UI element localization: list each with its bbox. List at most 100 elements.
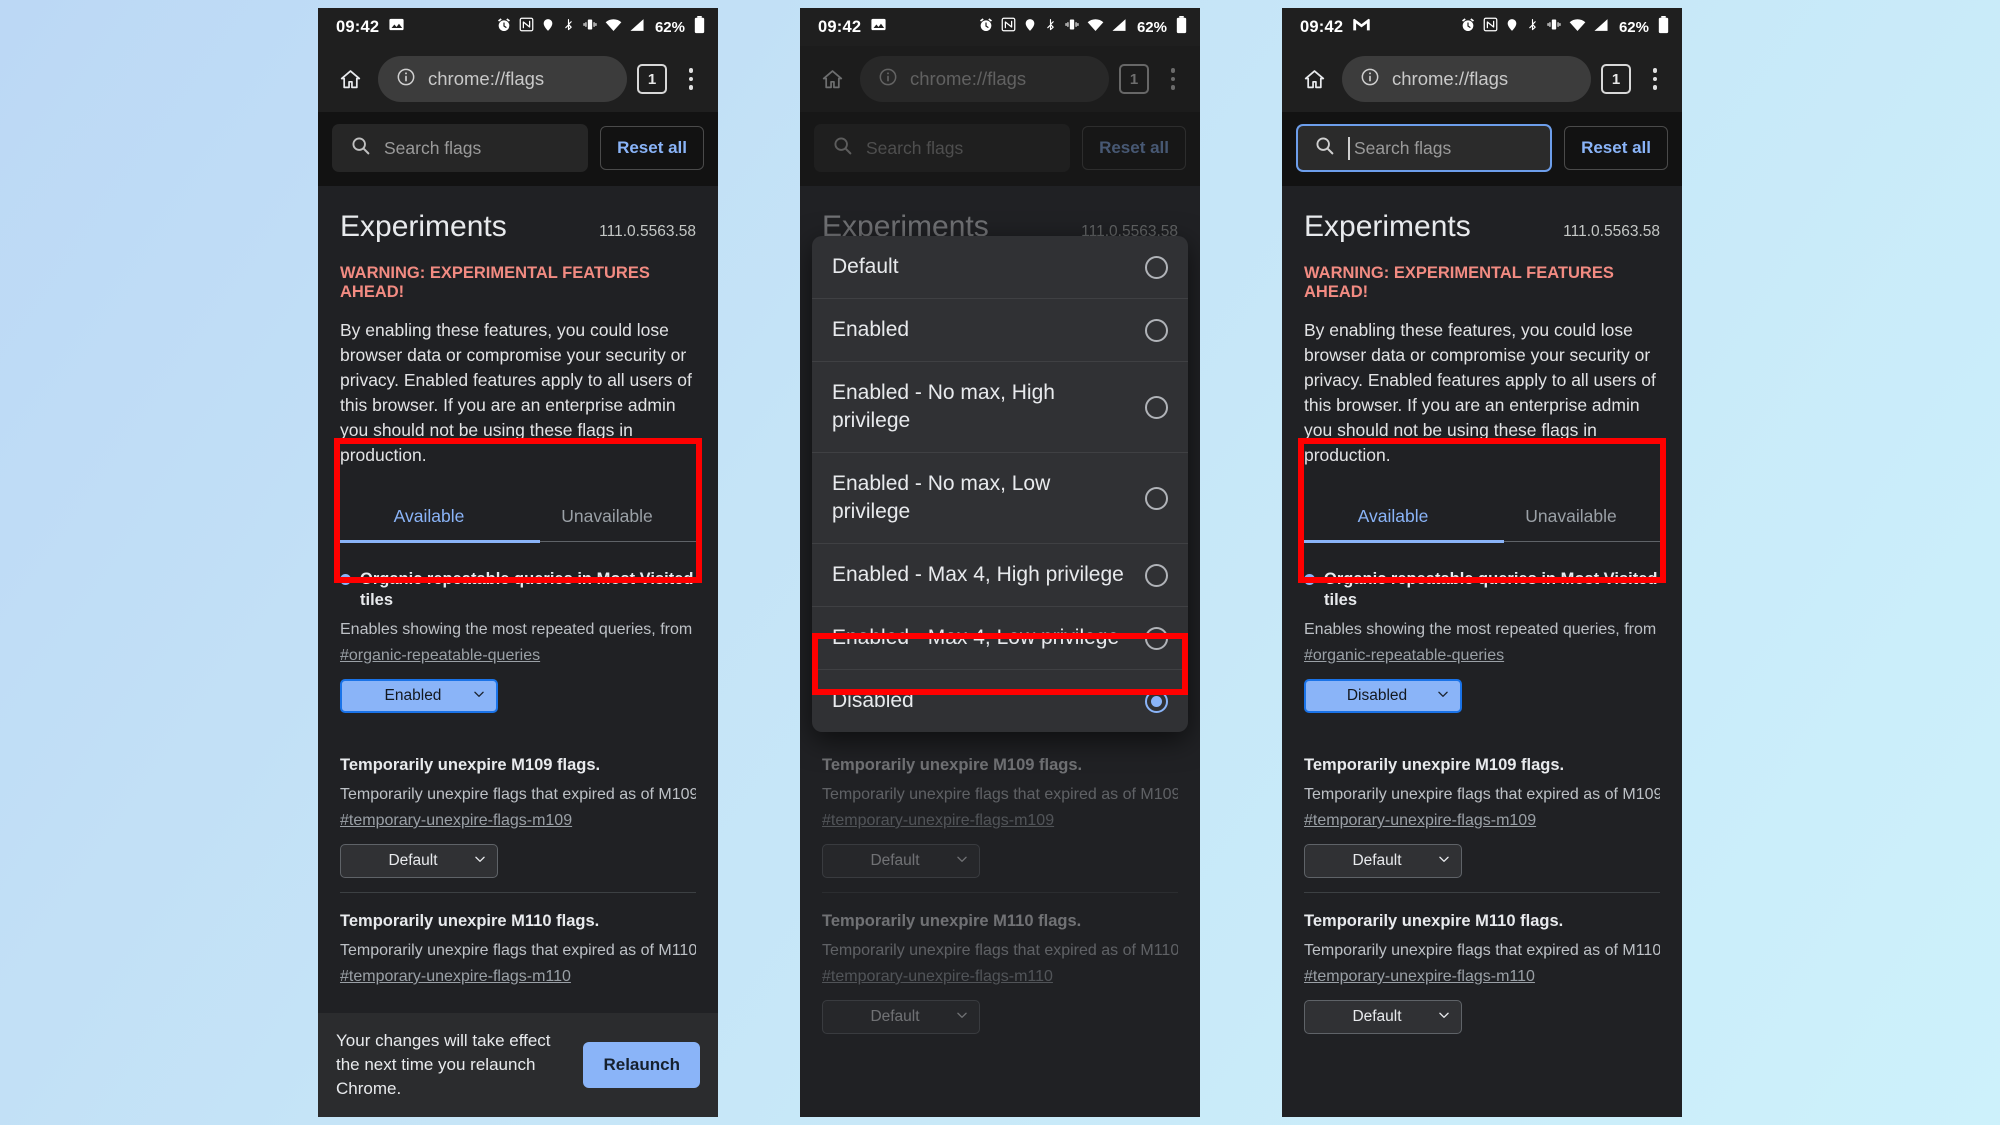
more-vertical-icon[interactable] xyxy=(1641,63,1669,95)
relaunch-button[interactable]: Relaunch xyxy=(583,1042,700,1088)
reset-all-button[interactable]: Reset all xyxy=(600,126,704,170)
flag-value-label: Enabled xyxy=(384,687,442,704)
reset-all-button[interactable]: Reset all xyxy=(1564,126,1668,170)
search-icon xyxy=(832,135,853,161)
alarm-icon xyxy=(496,17,512,38)
warning-text: WARNING: EXPERIMENTAL FEATURES AHEAD! xyxy=(340,264,650,301)
omnibox[interactable]: chrome://flags xyxy=(860,56,1109,102)
page-title: Experiments xyxy=(1304,210,1471,243)
location-icon xyxy=(541,17,555,38)
flag-entry-organic-repeatable-queries: Organic repeatable queries in Most Visit… xyxy=(1304,543,1660,727)
option-enabled[interactable]: Enabled xyxy=(812,299,1188,362)
phone-screenshot-1: 09:42 62% chrome://flags 1 Search flags … xyxy=(318,8,718,1117)
info-circle-icon[interactable] xyxy=(878,67,898,92)
option-enabled-no-max-low[interactable]: Enabled - No max, Low privilege xyxy=(812,453,1188,544)
search-icon xyxy=(1314,135,1335,161)
flag-description: Temporarily unexpire flags that expired … xyxy=(822,786,1178,803)
flag-link[interactable]: #organic-repeatable-queries xyxy=(1304,647,1660,665)
home-button[interactable] xyxy=(1296,61,1332,97)
image-icon xyxy=(870,16,887,38)
page-title: Experiments xyxy=(340,210,507,243)
vibrate-icon xyxy=(1064,17,1080,37)
bluetooth-icon xyxy=(562,17,575,38)
flag-value-select[interactable]: Default xyxy=(1304,844,1462,878)
flag-link[interactable]: #temporary-unexpire-flags-m110 xyxy=(340,968,696,986)
tab-switcher-button[interactable]: 1 xyxy=(637,64,667,94)
phone-screenshot-3: 09:42 62% chrome://flags 1 Search flags … xyxy=(1282,8,1682,1117)
status-bar-clock: 09:42 xyxy=(818,17,862,36)
radio-icon[interactable] xyxy=(1145,563,1168,587)
radio-icon[interactable] xyxy=(1145,255,1168,279)
battery-icon xyxy=(1176,15,1187,39)
tab-switcher-button[interactable]: 1 xyxy=(1601,64,1631,94)
flags-page: Experiments 111.0.5563.58 WARNING: EXPER… xyxy=(318,186,718,1117)
flag-value-label: Default xyxy=(870,852,920,869)
flag-value-select[interactable]: Default xyxy=(822,844,980,878)
search-input[interactable]: Search flags xyxy=(814,124,1071,172)
radio-icon[interactable] xyxy=(1145,395,1168,419)
flag-link[interactable]: #temporary-unexpire-flags-m109 xyxy=(822,812,1178,830)
info-circle-icon[interactable] xyxy=(1360,67,1380,92)
flag-link[interactable]: #organic-repeatable-queries xyxy=(340,647,696,665)
flag-value-select[interactable]: Default xyxy=(340,844,498,878)
alarm-icon xyxy=(978,17,994,38)
flag-description: Enables showing the most repeated querie… xyxy=(1304,621,1660,638)
tab-unavailable[interactable]: Unavailable xyxy=(1482,496,1660,541)
tab-unavailable[interactable]: Unavailable xyxy=(518,496,696,541)
search-placeholder: Search flags xyxy=(866,137,964,158)
radio-icon-selected[interactable] xyxy=(1145,689,1168,713)
radio-icon[interactable] xyxy=(1145,626,1168,650)
flags-tabs: Available Unavailable xyxy=(1304,496,1660,542)
home-button[interactable] xyxy=(332,61,368,97)
flag-title: Temporarily unexpire M109 flags. xyxy=(340,756,601,774)
tab-available[interactable]: Available xyxy=(1304,496,1482,541)
page-description: By enabling these features, you could lo… xyxy=(340,320,692,465)
location-icon xyxy=(1023,17,1037,38)
tab-available[interactable]: Available xyxy=(340,496,518,541)
battery-percent-label: 62% xyxy=(1136,18,1167,36)
omnibox-url: chrome://flags xyxy=(1392,68,1509,89)
flag-link[interactable]: #temporary-unexpire-flags-m110 xyxy=(822,968,1178,986)
status-bar: 09:42 62% xyxy=(1282,8,1682,46)
option-enabled-no-max-high[interactable]: Enabled - No max, High privilege xyxy=(812,362,1188,453)
search-placeholder: Search flags xyxy=(384,137,482,158)
tab-switcher-button[interactable]: 1 xyxy=(1119,64,1149,94)
more-vertical-icon[interactable] xyxy=(1159,63,1187,95)
flag-title: Organic repeatable queries in Most Visit… xyxy=(1304,569,1660,611)
chrome-version: 111.0.5563.58 xyxy=(1563,223,1660,240)
flag-link[interactable]: #temporary-unexpire-flags-m110 xyxy=(1304,968,1660,986)
option-disabled[interactable]: Disabled xyxy=(812,670,1188,732)
home-icon xyxy=(822,69,842,88)
phone-screenshot-2: 09:42 62% chrome://flags 1 Search flags … xyxy=(800,8,1200,1117)
flag-value-select[interactable]: Enabled xyxy=(340,679,498,713)
option-enabled-max4-low[interactable]: Enabled - Max 4, Low privilege xyxy=(812,607,1188,670)
flag-value-select[interactable]: Default xyxy=(822,1000,980,1034)
flag-value-select[interactable]: Default xyxy=(1304,1000,1462,1034)
battery-icon xyxy=(694,15,705,39)
chevron-down-icon xyxy=(955,852,969,871)
chevron-down-icon xyxy=(1437,1008,1451,1027)
search-input[interactable]: Search flags xyxy=(332,124,589,172)
flag-link[interactable]: #temporary-unexpire-flags-m109 xyxy=(340,812,696,830)
radio-icon[interactable] xyxy=(1145,486,1168,510)
more-vertical-icon[interactable] xyxy=(677,63,705,95)
status-bar-clock: 09:42 xyxy=(336,17,380,36)
modified-dot-icon xyxy=(1304,574,1315,585)
home-button[interactable] xyxy=(814,61,850,97)
option-enabled-max4-high[interactable]: Enabled - Max 4, High privilege xyxy=(812,544,1188,607)
omnibox[interactable]: chrome://flags xyxy=(1342,56,1591,102)
flag-value-select[interactable]: Disabled xyxy=(1304,679,1462,713)
flag-link[interactable]: #temporary-unexpire-flags-m109 xyxy=(1304,812,1660,830)
option-label: Enabled - Max 4, High privilege xyxy=(832,563,1124,586)
radio-icon[interactable] xyxy=(1145,318,1168,342)
option-label: Enabled - No max, High privilege xyxy=(832,381,1055,432)
flag-title: Temporarily unexpire M109 flags. xyxy=(822,756,1083,774)
reset-all-button[interactable]: Reset all xyxy=(1082,126,1186,170)
omnibox[interactable]: chrome://flags xyxy=(378,56,627,102)
omnibox-url: chrome://flags xyxy=(910,68,1027,89)
option-default[interactable]: Default xyxy=(812,236,1188,299)
image-icon xyxy=(388,16,405,38)
info-circle-icon[interactable] xyxy=(396,67,416,92)
search-input[interactable]: Search flags xyxy=(1296,124,1553,172)
flag-value-label: Default xyxy=(1352,1008,1402,1025)
